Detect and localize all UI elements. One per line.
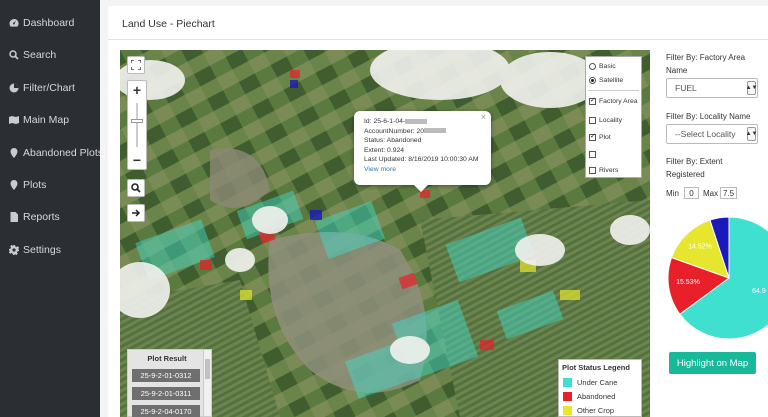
arrow-right-icon xyxy=(132,209,141,217)
factory-area-select[interactable]: FUEL ▲▼ xyxy=(666,78,758,98)
zoom-slider-handle[interactable] xyxy=(131,119,143,123)
redacted-value xyxy=(424,128,447,134)
sidebar: Dashboard Search Filter/Chart Main Map A… xyxy=(0,0,103,417)
sidebar-item-dashboard[interactable]: Dashboard xyxy=(8,15,74,31)
sidebar-item-filter-chart[interactable]: Filter/Chart xyxy=(8,80,75,96)
pie-slice-label: 15.53% xyxy=(676,279,700,286)
legend-title: Plot Status Legend xyxy=(562,363,630,372)
popup-close-button[interactable]: × xyxy=(481,112,486,123)
max-label: Max xyxy=(703,189,719,198)
map-icon xyxy=(8,115,19,126)
gear-icon xyxy=(8,245,19,256)
zoom-slider-track[interactable] xyxy=(136,103,138,147)
legend-swatch-abandoned xyxy=(563,391,572,401)
legend-item: Under Cane xyxy=(563,377,617,387)
checkbox-unnamed[interactable] xyxy=(589,150,596,158)
sidebar-item-abandoned-plots[interactable]: Abandoned Plots xyxy=(8,145,103,161)
sidebar-item-search[interactable]: Search xyxy=(8,47,56,63)
locality-label: Filter By: Locality Name xyxy=(666,112,751,121)
sidebar-item-main-map[interactable]: Main Map xyxy=(8,112,69,128)
layer-locality[interactable]: Locality xyxy=(589,115,622,125)
checkbox-factory-area[interactable] xyxy=(589,96,596,105)
fullscreen-button[interactable] xyxy=(127,56,145,74)
layer-unnamed[interactable] xyxy=(589,149,599,159)
divider xyxy=(588,90,639,91)
plot-result-item[interactable]: 25-9-2-01-0312 xyxy=(132,369,200,382)
checkbox-plot[interactable] xyxy=(589,132,596,141)
radio-basic[interactable] xyxy=(589,62,596,70)
popup-account: AccountNumber: 20 xyxy=(364,127,481,137)
filter-icon xyxy=(8,83,19,94)
search-map-button[interactable] xyxy=(127,179,145,197)
layer-plot[interactable]: Plot xyxy=(589,132,611,142)
plot-info-popup: × Id: 25-6-1-04- AccountNumber: 20 Statu… xyxy=(354,111,491,192)
zoom-out-button[interactable]: − xyxy=(128,151,146,169)
zoom-control: + − xyxy=(127,80,147,170)
fullscreen-icon xyxy=(131,60,141,70)
navigate-button[interactable] xyxy=(127,204,145,222)
popup-extent: Extent: 0.924 xyxy=(364,146,405,154)
sidebar-item-plots[interactable]: Plots xyxy=(8,177,46,193)
plot-result-item[interactable]: 25-9-2-01-0311 xyxy=(132,387,200,400)
plot-result-scrollbar[interactable] xyxy=(203,350,211,416)
plot-result-title: Plot Result xyxy=(147,354,187,363)
pie-slice-label: 64.9 xyxy=(752,288,766,295)
land-use-pie-chart: 64.9 15.53% 14.52% xyxy=(667,216,768,340)
radio-satellite[interactable] xyxy=(589,76,596,84)
legend-item: Other Crop xyxy=(563,405,614,415)
map-view[interactable]: + − × Id: 25-6-1-04- AccountNumber: 20 S… xyxy=(120,50,650,417)
dashboard-icon xyxy=(8,18,19,29)
sidebar-item-reports[interactable]: Reports xyxy=(8,209,60,225)
scrollbar-thumb[interactable] xyxy=(205,359,210,379)
pie-slice-label: 14.52% xyxy=(688,243,712,250)
page-header: Land Use - Piechart xyxy=(108,6,768,40)
document-icon xyxy=(8,212,19,223)
page-title: Land Use - Piechart xyxy=(122,18,215,30)
popup-updated: Last Updated: 8/16/2019 10:00:30 AM xyxy=(364,156,479,164)
highlight-on-map-button[interactable]: Highlight on Map xyxy=(669,352,756,374)
layer-satellite[interactable]: Satellite xyxy=(589,75,623,85)
min-label: Min xyxy=(666,189,679,198)
sidebar-item-settings[interactable]: Settings xyxy=(8,242,61,258)
chevron-down-icon: ▲▼ xyxy=(746,127,757,141)
layer-rivers[interactable]: Rivers xyxy=(589,165,618,175)
search-icon xyxy=(131,183,141,193)
map-marker-icon xyxy=(8,148,19,159)
redacted-value xyxy=(405,118,428,124)
zoom-in-button[interactable]: + xyxy=(128,81,146,99)
locality-select[interactable]: --Select Locality ▲▼ xyxy=(666,124,758,144)
popup-pointer xyxy=(414,185,428,192)
legend-item: Abandoned xyxy=(563,391,615,401)
legend-swatch-under-cane xyxy=(563,377,572,387)
plot-result-panel: Plot Result 25-9-2-01-0312 25-9-2-01-031… xyxy=(127,349,212,417)
view-more-link[interactable]: View more xyxy=(364,165,481,175)
plot-result-item[interactable]: 25-9-2-04-0170 xyxy=(132,405,200,417)
layer-basic[interactable]: Basic xyxy=(589,61,616,71)
filter-panel: Filter By: Factory Area Name FUEL ▲▼ Fil… xyxy=(660,40,768,417)
layer-factory-area[interactable]: Factory Area xyxy=(589,96,638,106)
popup-status: Status: Abandoned xyxy=(364,137,422,145)
factory-area-label: Filter By: Factory Area Name xyxy=(666,53,746,75)
min-extent-input[interactable]: 0 xyxy=(684,187,699,199)
popup-id: Id: 25-6-1-04- xyxy=(364,117,481,127)
checkbox-rivers[interactable] xyxy=(589,166,596,174)
checkbox-locality[interactable] xyxy=(589,116,596,124)
map-marker-icon xyxy=(8,180,19,191)
layer-switcher: Basic Satellite Factory Area Locality Pl… xyxy=(585,56,642,178)
plot-status-legend: Plot Status Legend Under Cane Abandoned … xyxy=(558,359,642,417)
extent-label: Filter By: Extent Registered xyxy=(666,157,723,179)
search-icon xyxy=(8,50,19,61)
chevron-down-icon: ▲▼ xyxy=(746,81,757,95)
legend-swatch-other-crop xyxy=(563,405,572,415)
max-extent-input[interactable]: 7.5 xyxy=(720,187,737,199)
